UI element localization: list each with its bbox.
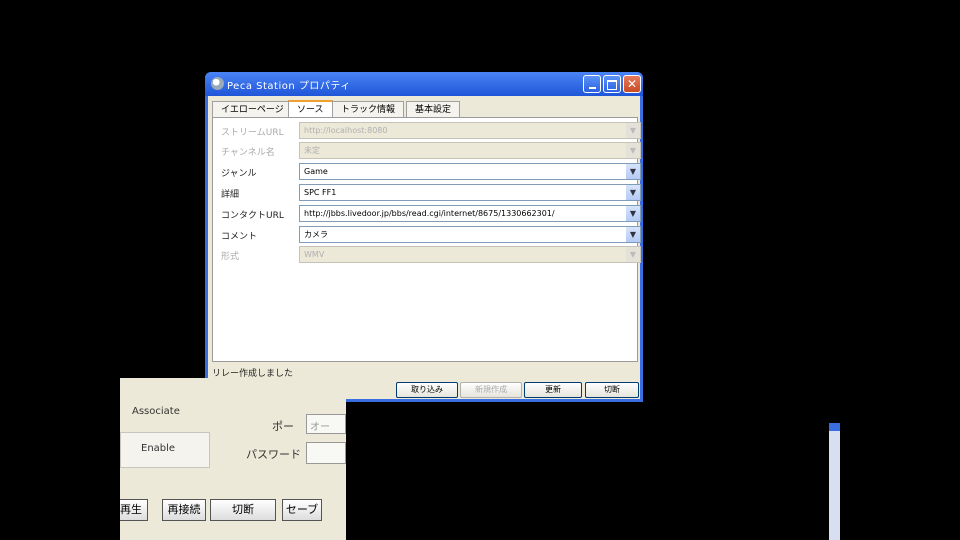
chevron-down-icon[interactable]: ▼	[626, 206, 640, 221]
save-button[interactable]: セーブ	[282, 499, 322, 521]
chevron-down-icon: ▼	[626, 143, 640, 158]
chevron-down-icon[interactable]: ▼	[626, 164, 640, 179]
contact-url-value: http://jbbs.livedoor.jp/bbs/read.cgi/int…	[304, 209, 555, 218]
channel-name-combo[interactable]: 未定 ▼	[299, 142, 641, 159]
update-button[interactable]: 更新	[524, 382, 582, 398]
format-value: WMV	[304, 250, 325, 259]
disconnect2-button[interactable]: 切断	[210, 499, 276, 521]
chevron-down-icon: ▼	[626, 247, 640, 262]
channel-name-value: 未定	[304, 146, 320, 155]
tab-strip: イエローページ ソース トラック情報 基本設定	[212, 100, 636, 118]
chevron-down-icon[interactable]: ▼	[626, 185, 640, 200]
play-button[interactable]: 再生	[120, 499, 148, 521]
app-icon	[211, 77, 224, 90]
password-label: パスワード	[246, 448, 301, 461]
close-icon: ✕	[626, 77, 638, 91]
port-label: ポー	[272, 420, 294, 433]
new-create-button[interactable]: 新規作成	[460, 382, 522, 398]
contact-url-combo[interactable]: http://jbbs.livedoor.jp/bbs/read.cgi/int…	[299, 205, 641, 222]
tab-basic-settings[interactable]: 基本設定	[406, 101, 461, 117]
format-combo[interactable]: WMV ▼	[299, 246, 641, 263]
title-bar[interactable]: Peca Station プロパティ ✕	[205, 72, 643, 96]
stream-url-label: ストリームURL	[221, 128, 284, 138]
chevron-down-icon: ▼	[626, 123, 640, 138]
close-button[interactable]: ✕	[623, 75, 641, 93]
load-button[interactable]: 取り込み	[396, 382, 458, 398]
comment-combo[interactable]: カメラ ▼	[299, 226, 641, 243]
window-edge-fragment	[829, 423, 840, 540]
stream-url-value: http://localhost:8080	[304, 126, 388, 135]
window-client: イエローページ ソース トラック情報 基本設定 ストリームURL http://…	[208, 96, 641, 399]
reconnect-button[interactable]: 再接続	[162, 499, 206, 521]
genre-label: ジャンル	[221, 169, 257, 179]
genre-combo[interactable]: Game ▼	[299, 163, 641, 180]
port-field[interactable]: オー	[306, 414, 346, 434]
enable-box[interactable]: Enable	[120, 432, 210, 468]
minimize-icon	[588, 86, 596, 89]
description-combo[interactable]: SPC FF1 ▼	[299, 184, 641, 201]
password-field[interactable]	[306, 442, 346, 464]
chevron-down-icon[interactable]: ▼	[626, 227, 640, 242]
properties-window: Peca Station プロパティ ✕ イエローページ ソース トラック情報 …	[205, 72, 643, 402]
stream-url-combo[interactable]: http://localhost:8080 ▼	[299, 122, 641, 139]
comment-value: カメラ	[304, 230, 328, 239]
window-title: Peca Station プロパティ	[227, 81, 351, 92]
status-text: リレー作成しました	[212, 369, 294, 379]
format-label: 形式	[221, 252, 240, 262]
port-value: オー	[310, 422, 330, 433]
tab-source[interactable]: ソース	[288, 100, 333, 118]
contact-url-label: コンタクトURL	[221, 211, 284, 221]
genre-value: Game	[304, 167, 328, 176]
enable-label: Enable	[141, 443, 176, 454]
tab-track-info[interactable]: トラック情報	[332, 101, 405, 117]
comment-label: コメント	[221, 232, 258, 242]
description-label: 詳細	[221, 190, 240, 200]
minimize-button[interactable]	[583, 75, 601, 93]
secondary-window-fragment: Associate ポー オー Enable パスワード 再生 再接続 切断 セ…	[120, 378, 346, 540]
associate-label: Associate	[132, 406, 180, 417]
window-edge-titlebar	[829, 423, 840, 431]
description-value: SPC FF1	[304, 188, 337, 197]
maximize-icon	[607, 79, 617, 90]
maximize-button[interactable]	[603, 75, 621, 93]
source-panel: ストリームURL http://localhost:8080 ▼ チャンネル名 …	[212, 117, 641, 362]
channel-name-label: チャンネル名	[221, 148, 275, 158]
disconnect-button[interactable]: 切断	[585, 382, 639, 398]
tab-yellow-pages[interactable]: イエローページ	[212, 101, 293, 117]
